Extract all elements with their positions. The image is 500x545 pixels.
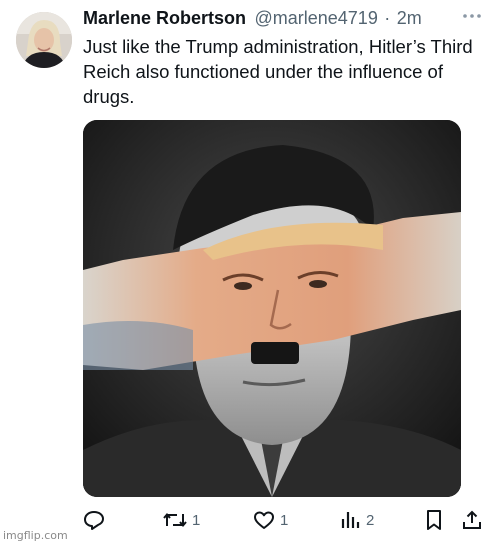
views-icon: [341, 512, 360, 528]
views-count: 2: [366, 511, 375, 529]
avatar-photo-icon: [16, 12, 72, 68]
user-handle[interactable]: @marlene4719: [254, 8, 377, 28]
retweet-icon: [163, 512, 187, 528]
tweet-media-image[interactable]: [83, 120, 461, 497]
bookmark-button[interactable]: [422, 506, 446, 534]
display-name[interactable]: Marlene Robertson: [83, 8, 246, 28]
action-bar: 1 1 2: [80, 506, 490, 534]
heart-icon: [254, 511, 274, 529]
separator-dot: ·: [384, 8, 391, 28]
share-icon: [463, 510, 481, 529]
like-button[interactable]: 1: [252, 506, 288, 534]
retweet-button[interactable]: 1: [162, 506, 200, 534]
bookmark-icon: [427, 510, 441, 530]
like-count: 1: [280, 511, 289, 529]
more-dots-icon: [463, 14, 481, 18]
views-button[interactable]: 2: [338, 506, 374, 534]
share-button[interactable]: [460, 506, 484, 534]
more-options-button[interactable]: [460, 4, 484, 28]
reply-button[interactable]: [82, 506, 106, 534]
watermark-text: imgflip.com: [3, 529, 68, 542]
avatar[interactable]: [16, 12, 72, 68]
tweet-header: Marlene Robertson @marlene4719 · 2m: [83, 8, 460, 32]
retweet-count: 1: [192, 511, 201, 529]
photo-collage-icon: [83, 120, 461, 497]
reply-icon: [84, 511, 104, 530]
timestamp[interactable]: 2m: [397, 8, 422, 28]
tweet-text: Just like the Trump administration, Hitl…: [83, 36, 473, 107]
